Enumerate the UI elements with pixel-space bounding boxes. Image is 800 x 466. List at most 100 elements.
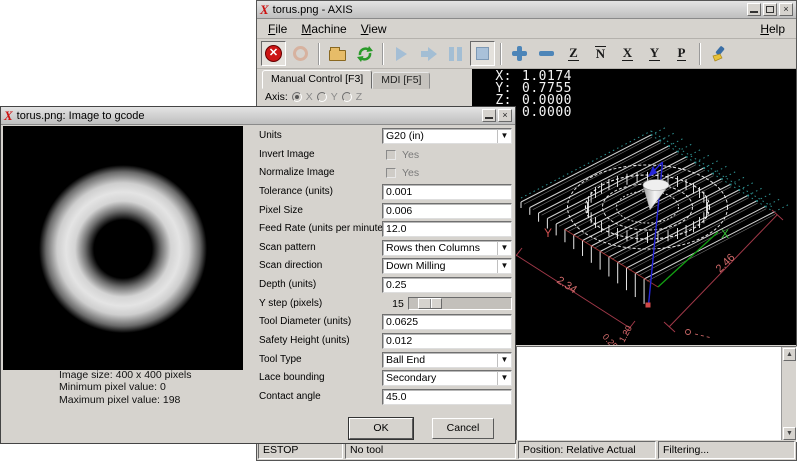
torus-image (3, 126, 243, 370)
dialog-title: torus.png: Image to gcode (17, 110, 480, 122)
desktop: X torus.png - AXIS × File Machine View H… (0, 0, 800, 466)
estop-button[interactable]: ✕ (261, 41, 286, 66)
menu-help[interactable]: Help (753, 20, 792, 38)
chevron-down-icon: ▼ (497, 241, 511, 255)
axis-z-label: Z (356, 91, 362, 103)
dialog-titlebar[interactable]: X torus.png: Image to gcode × (1, 107, 515, 125)
radio-axis-y[interactable] (317, 92, 327, 102)
scan-pattern-label: Scan pattern (259, 242, 316, 253)
y-step-slider[interactable] (408, 297, 512, 310)
open-file-button[interactable] (325, 41, 350, 66)
tab-manual-control[interactable]: Manual Control [F3] (262, 70, 372, 89)
dro-vel-value: 0.0000 (512, 107, 572, 119)
lace-bounding-combo[interactable]: Secondary▼ (382, 370, 512, 386)
dialog-minimize-button[interactable] (482, 109, 496, 122)
contact-angle-label: Contact angle (259, 391, 321, 402)
view-y-button[interactable]: Y (642, 41, 667, 66)
chevron-down-icon: ▼ (497, 353, 511, 367)
radio-axis-z[interactable] (342, 92, 352, 102)
gcode-scrollbar[interactable]: ▲ ▼ (781, 347, 796, 441)
folder-icon (329, 50, 346, 61)
menu-file[interactable]: File (261, 20, 294, 38)
pause-icon (449, 47, 462, 61)
invert-image-checkbox[interactable] (386, 150, 396, 160)
plus-icon (512, 46, 527, 61)
menu-view[interactable]: View (354, 20, 394, 38)
view-z-icon: Z (568, 46, 579, 61)
tool-diameter-label: Tool Diameter (units) (259, 316, 351, 327)
anno-b-label: 1.20 (617, 324, 634, 344)
status-position: Position: Relative Actual (518, 441, 656, 459)
view-z-button[interactable]: Z (561, 41, 586, 66)
units-combo[interactable]: G20 (in)▼ (382, 128, 512, 144)
status-filter: Filtering... (658, 441, 795, 459)
reload-icon (356, 45, 374, 63)
slider-handle[interactable] (418, 298, 442, 309)
y-step-value: 15 (382, 298, 404, 310)
menu-machine[interactable]: Machine (294, 20, 353, 38)
axis-select-row: Axis: X Y Z (257, 89, 472, 105)
tool-diameter-input[interactable]: 0.0625 (382, 314, 512, 330)
tab-mdi[interactable]: MDI [F5] (372, 72, 430, 89)
axis-label: Axis: (265, 91, 288, 103)
tool-type-combo[interactable]: Ball End▼ (382, 352, 512, 368)
play-icon (396, 47, 407, 61)
step-button[interactable] (416, 41, 441, 66)
radio-axis-x[interactable] (292, 92, 302, 102)
gcode-listing[interactable]: ▲ ▼ (516, 346, 797, 442)
stop-icon (476, 47, 489, 60)
axis-titlebar[interactable]: X torus.png - AXIS × (257, 1, 796, 19)
preview-area[interactable]: 2.34 2.46 0.25 1.20 X Y (472, 69, 796, 345)
maximize-button[interactable] (763, 3, 777, 16)
scan-pattern-combo[interactable]: Rows then Columns▼ (382, 240, 512, 256)
safety-height-input[interactable]: 0.012 (382, 333, 512, 349)
image-to-gcode-dialog: X torus.png: Image to gcode × Image size… (0, 106, 516, 444)
cancel-button[interactable]: Cancel (432, 418, 494, 439)
pixel-size-input[interactable]: 0.006 (382, 203, 512, 219)
view-x-icon: X (622, 46, 633, 61)
scroll-up-icon[interactable]: ▲ (783, 348, 796, 361)
tool-type-label: Tool Type (259, 354, 302, 365)
image-info: Image size: 400 x 400 pixels Minimum pix… (59, 369, 192, 406)
stop-button[interactable] (470, 41, 495, 66)
origin-marker (646, 303, 651, 308)
normalize-image-checkbox[interactable] (386, 168, 396, 178)
feed-rate-label: Feed Rate (units per minute) (259, 223, 386, 234)
reload-button[interactable] (352, 41, 377, 66)
manual-control-panel: Manual Control [F3] MDI [F5] Axis: X Y Z… (257, 69, 472, 107)
pause-button[interactable] (443, 41, 468, 66)
contact-angle-input[interactable]: 45.0 (382, 389, 512, 405)
y-axis-line (564, 229, 658, 287)
minimize-button[interactable] (747, 3, 761, 16)
zoom-in-button[interactable] (507, 41, 532, 66)
step-icon (421, 47, 437, 61)
scroll-down-icon[interactable]: ▼ (783, 427, 796, 440)
clear-plot-button[interactable] (706, 41, 731, 66)
depth-input[interactable]: 0.25 (382, 277, 512, 293)
tolerance-input[interactable]: 0.001 (382, 184, 512, 200)
brush-icon (710, 45, 728, 63)
ok-button[interactable]: OK (349, 418, 413, 439)
view-z2-button[interactable]: N (588, 41, 613, 66)
close-button[interactable]: × (779, 3, 793, 16)
dialog-close-button[interactable]: × (498, 109, 512, 122)
feed-rate-input[interactable]: 12.0 (382, 221, 512, 237)
units-label: Units (259, 130, 282, 141)
run-button[interactable] (389, 41, 414, 66)
machine-power-button[interactable] (288, 41, 313, 66)
chevron-down-icon: ▼ (497, 129, 511, 143)
view-x-button[interactable]: X (615, 41, 640, 66)
chevron-down-icon: ▼ (497, 259, 511, 273)
view-p-button[interactable]: P (669, 41, 694, 66)
axis-window-title: torus.png - AXIS (273, 4, 745, 16)
axis-x-label: X (306, 91, 313, 103)
image-preview-panel (3, 126, 243, 370)
pixel-size-label: Pixel Size (259, 205, 303, 216)
zoom-out-button[interactable] (534, 41, 559, 66)
scan-direction-combo[interactable]: Down Milling▼ (382, 258, 512, 274)
lace-bounding-label: Lace bounding (259, 372, 325, 383)
gcode-options-form: Units G20 (in)▼ Invert Image Yes Normali… (251, 127, 515, 407)
view-y-icon: Y (649, 46, 660, 61)
image-size-text: Image size: 400 x 400 pixels (59, 369, 192, 381)
dim-right-label: 2.46 (714, 252, 738, 276)
